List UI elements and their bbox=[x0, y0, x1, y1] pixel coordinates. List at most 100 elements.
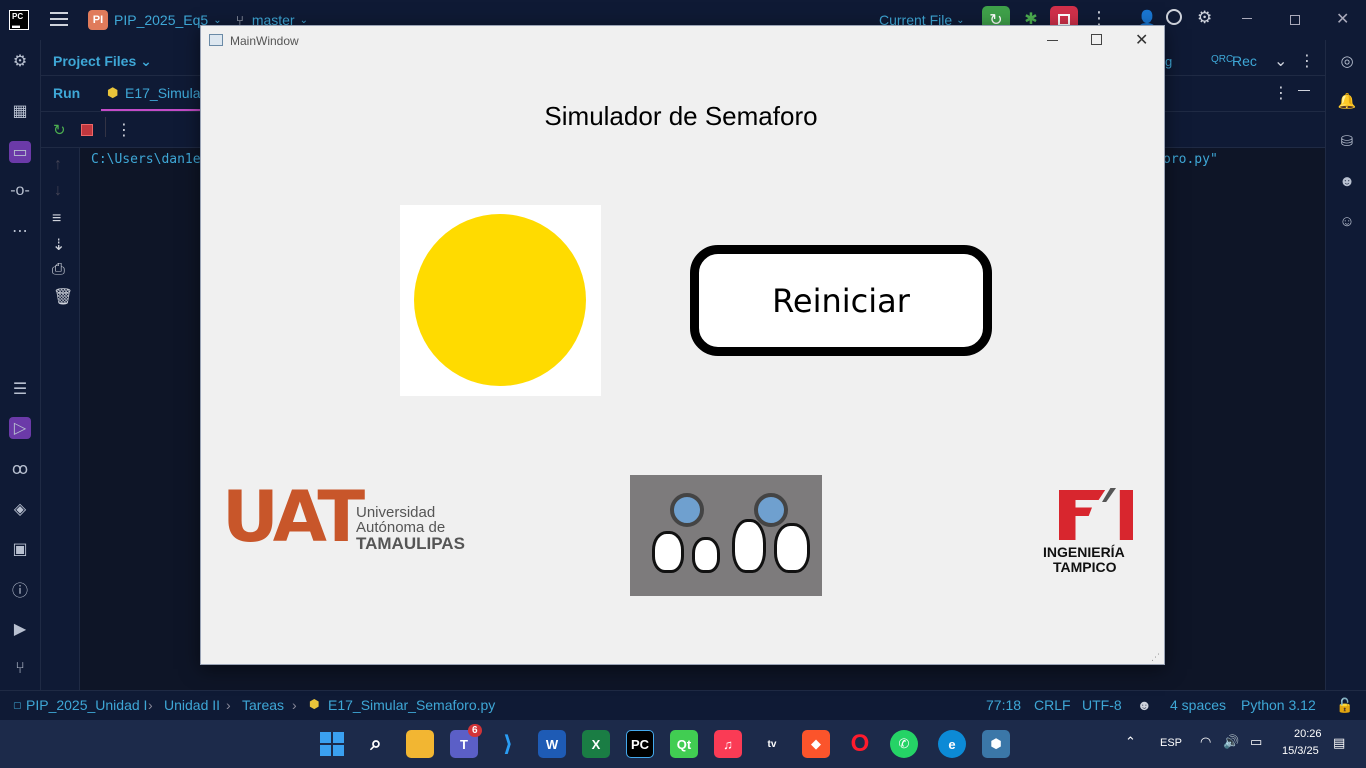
line-separator[interactable]: CRLF bbox=[1034, 697, 1071, 713]
file-encoding[interactable]: UTF-8 bbox=[1082, 697, 1122, 713]
python-interpreter[interactable]: Python 3.12 bbox=[1241, 697, 1316, 713]
indent-setting[interactable]: 4 spaces bbox=[1170, 697, 1226, 713]
layers-icon[interactable]: ◈ bbox=[9, 498, 31, 520]
apple-tv-icon[interactable]: tv bbox=[758, 730, 786, 758]
python-console-icon[interactable]: ꝏ bbox=[9, 458, 31, 480]
console-text-right: oro.py" bbox=[1163, 152, 1218, 167]
restore-ide-icon[interactable] bbox=[1290, 15, 1300, 25]
window-minimize-icon[interactable] bbox=[1047, 40, 1058, 41]
arrow-down-icon[interactable]: ↓ bbox=[54, 182, 62, 200]
ai-assistant-icon[interactable]: ◎ bbox=[1336, 50, 1358, 72]
chevron-down-icon: ⌄ bbox=[299, 14, 308, 26]
wifi-icon[interactable]: ◠ bbox=[1200, 734, 1211, 750]
notification-center-icon[interactable]: ▤ bbox=[1333, 735, 1345, 751]
reset-button[interactable]: Reiniciar bbox=[690, 245, 992, 356]
project-files-dropdown[interactable]: Project Files ⌄ bbox=[53, 53, 152, 70]
penguins-image bbox=[630, 475, 822, 596]
edge-icon[interactable]: e bbox=[938, 730, 966, 758]
window-titlebar[interactable]: MainWindow ✕ bbox=[201, 26, 1164, 56]
language-indicator[interactable]: ESP bbox=[1160, 737, 1182, 749]
structure-icon[interactable]: ▦ bbox=[9, 100, 31, 122]
right-tool-strip: ◎ 🔔 ⛁ ☻ ☺ bbox=[1325, 40, 1366, 690]
app-title: Simulador de Semaforo bbox=[544, 101, 818, 131]
volume-icon[interactable]: 🔊 bbox=[1223, 734, 1239, 750]
notifications-icon[interactable]: 🔔 bbox=[1336, 90, 1358, 112]
scroll-end-icon[interactable]: ⇣ bbox=[52, 235, 65, 255]
right-tab-g[interactable]: g bbox=[1165, 54, 1172, 69]
window-close-icon[interactable]: ✕ bbox=[1135, 30, 1148, 50]
more-icon[interactable]: ⋮ bbox=[1273, 83, 1289, 103]
chevron-down-icon[interactable]: ⌄ bbox=[1274, 51, 1287, 71]
git-icon[interactable]: ⑂ bbox=[9, 658, 31, 680]
plugins-icon[interactable]: ⚙ bbox=[9, 50, 31, 72]
close-ide-icon[interactable]: ✕ bbox=[1336, 9, 1349, 29]
lock-icon[interactable]: 🔓 bbox=[1336, 697, 1353, 714]
rerun-icon[interactable]: ↻ bbox=[53, 121, 66, 139]
main-menu-icon[interactable] bbox=[50, 12, 68, 26]
breadcrumb-separator-icon: › bbox=[148, 697, 153, 713]
music-icon[interactable]: ♫ bbox=[714, 730, 742, 758]
services-icon[interactable]: ▶ bbox=[9, 618, 31, 640]
brave-icon[interactable]: ◆ bbox=[802, 730, 830, 758]
run-tool-icon[interactable]: ▷ bbox=[9, 417, 31, 439]
active-tab-underline bbox=[101, 109, 201, 111]
console-text-left: C:\Users\dan1e bbox=[91, 152, 201, 167]
problems-icon[interactable]: ⓘ bbox=[9, 578, 31, 600]
caret-position[interactable]: 77:18 bbox=[986, 697, 1021, 713]
chevron-down-icon: ⌄ bbox=[956, 14, 965, 26]
terminal-icon[interactable]: ▣ bbox=[9, 538, 31, 560]
chevron-up-icon[interactable]: ⌃ bbox=[1125, 734, 1136, 750]
project-badge-icon: PI bbox=[88, 10, 108, 30]
run-tab-label[interactable]: Run bbox=[53, 85, 80, 101]
soft-wrap-icon[interactable]: ≡ bbox=[52, 210, 61, 228]
left-tool-strip: ⚙ ▦ ▭ -o- ⋯ ☰ ▷ ꝏ ◈ ▣ ⓘ ▶ ⑂ bbox=[0, 40, 41, 690]
todo-icon[interactable]: ☰ bbox=[9, 378, 31, 400]
uat-letters: UAT bbox=[222, 476, 365, 558]
copilot-chat-icon[interactable]: ☺ bbox=[1336, 210, 1358, 232]
breadcrumb-0[interactable]: PIP_2025_Unidad I bbox=[26, 697, 147, 713]
more-icon[interactable]: ⋮ bbox=[116, 120, 132, 140]
resize-grip-icon[interactable]: ⋰ bbox=[1151, 652, 1160, 663]
uat-logo: UAT Universidad Autónoma de TAMAULIPAS bbox=[222, 476, 467, 558]
breadcrumb-3[interactable]: E17_Simular_Semaforo.py bbox=[328, 697, 495, 713]
search-icon[interactable]: ⌕ bbox=[362, 730, 390, 758]
more-icon[interactable]: ⋮ bbox=[1299, 51, 1315, 71]
trash-icon[interactable]: 🗑 bbox=[53, 287, 73, 307]
word-icon[interactable]: W bbox=[538, 730, 566, 758]
stop-icon[interactable] bbox=[81, 124, 93, 136]
settings-icon[interactable]: ⚙ bbox=[1197, 8, 1212, 28]
more-tools-icon[interactable]: ⋯ bbox=[9, 220, 31, 242]
python-file-icon: ⬢ bbox=[107, 85, 119, 100]
search-icon[interactable] bbox=[1166, 9, 1182, 25]
breadcrumb-1[interactable]: Unidad II bbox=[164, 697, 220, 713]
commit-icon[interactable]: -o- bbox=[9, 180, 31, 202]
windows-start-icon[interactable] bbox=[318, 730, 346, 758]
recent-tab[interactable]: Rec bbox=[1232, 53, 1257, 69]
battery-icon[interactable]: ▭ bbox=[1250, 734, 1262, 750]
qt-icon[interactable]: Qt bbox=[670, 730, 698, 758]
pycharm-icon[interactable]: PC bbox=[626, 730, 654, 758]
project-icon[interactable]: ▭ bbox=[9, 141, 31, 163]
minimize-ide-icon[interactable] bbox=[1242, 18, 1252, 19]
file-explorer-icon[interactable] bbox=[406, 730, 434, 758]
teams-badge: 6 bbox=[468, 724, 482, 737]
copilot-icon[interactable]: ☻ bbox=[1336, 170, 1358, 192]
python-icon[interactable]: ⬢ bbox=[982, 730, 1010, 758]
arrow-up-icon[interactable]: ↑ bbox=[54, 156, 62, 174]
whatsapp-icon[interactable]: ✆ bbox=[890, 730, 918, 758]
teams-icon[interactable]: T6 bbox=[450, 724, 482, 758]
copilot-status-icon[interactable]: ☻ bbox=[1137, 697, 1152, 713]
minimize-panel-icon[interactable] bbox=[1298, 90, 1310, 91]
opera-icon[interactable]: O bbox=[846, 730, 874, 758]
database-icon[interactable]: ⛁ bbox=[1336, 130, 1358, 152]
fi-line2: TAMPICO bbox=[1053, 559, 1117, 575]
breadcrumb-separator-icon: › bbox=[226, 697, 231, 713]
vscode-icon[interactable]: ⟩ bbox=[494, 730, 522, 758]
console-gutter: ↑ ↓ ≡ ⇣ ⎙ 🗑 bbox=[41, 148, 80, 690]
clock-date[interactable]: 15/3/25 bbox=[1282, 745, 1319, 757]
print-icon[interactable]: ⎙ bbox=[52, 261, 65, 279]
clock-time[interactable]: 20:26 bbox=[1294, 728, 1322, 740]
excel-icon[interactable]: X bbox=[582, 730, 610, 758]
window-maximize-icon[interactable] bbox=[1091, 34, 1102, 45]
breadcrumb-2[interactable]: Tareas bbox=[242, 697, 284, 713]
